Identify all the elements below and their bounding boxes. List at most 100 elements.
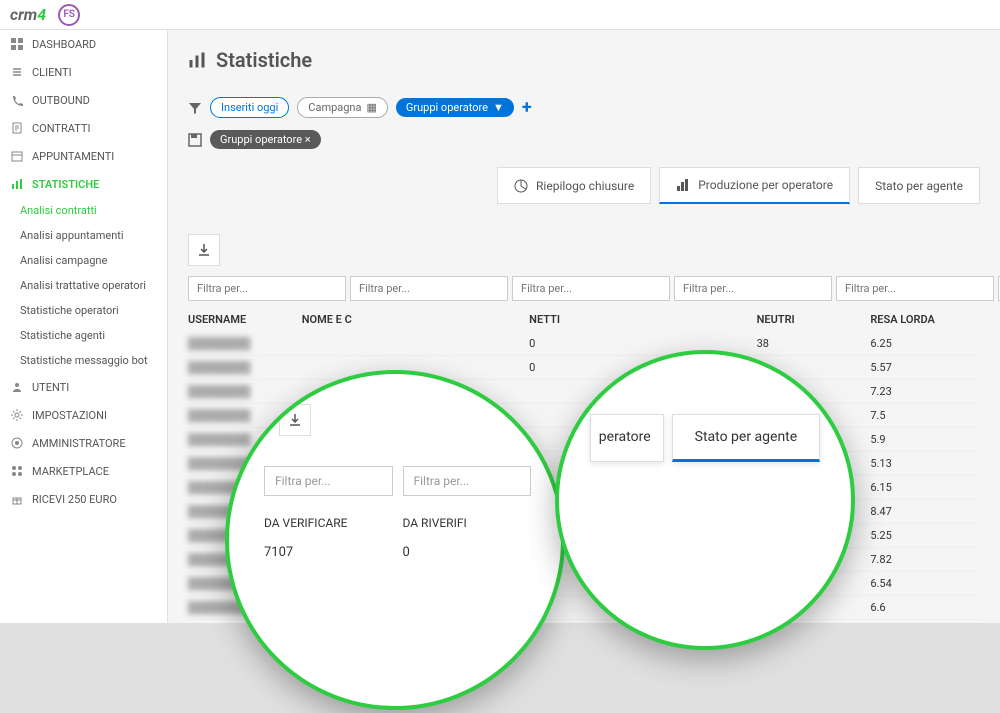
filter-small-icon: ▼ [493,101,504,114]
sidebar-sub-analisi-contratti[interactable]: Analisi contratti [0,198,167,223]
cell-resa: 5.13 [870,457,980,470]
sidebar-item-label: APPUNTAMENTI [32,150,114,163]
tab-stato-agente-zoom[interactable]: Stato per agente [672,414,821,462]
filter-input-5[interactable] [836,276,994,301]
admin-icon [10,436,24,450]
filter-input-3[interactable] [512,276,670,301]
cell-da-verificare: 7107 [264,545,393,560]
sidebar-item-outbound[interactable]: OUTBOUND [0,86,167,114]
filter-row: Inseriti oggi Campagna ▦ Gruppi operator… [188,97,980,118]
calendar-icon [10,149,24,163]
table-row: ████████ 0 5.57 [188,356,980,380]
avatar[interactable]: FS [58,4,80,26]
th-neutri[interactable]: NEUTRI [757,313,867,326]
zoom-circle-2: peratore Stato per agente [555,350,855,650]
download-icon [288,413,302,427]
sidebar-item-marketplace[interactable]: MARKETPLACE [0,457,167,485]
cell-netti: 0 [529,361,639,374]
sidebar-item-label: AMMINISTRATORE [32,437,126,450]
zoom-circle-1: Filtra per... Filtra per... DA VERIFICAR… [225,370,565,710]
sidebar-item-label: CONTRATTI [32,122,90,135]
sidebar-sub-analisi-appuntamenti[interactable]: Analisi appuntamenti [0,223,167,248]
download-icon [197,243,211,257]
sidebar-sub-analisi-campagne[interactable]: Analisi campagne [0,248,167,273]
sidebar: DASHBOARD CLIENTI OUTBOUND CONTRATTI APP… [0,30,168,713]
sidebar-item-statistiche[interactable]: STATISTICHE [0,170,167,198]
saved-chip-gruppi[interactable]: Gruppi operatore × [210,130,321,149]
save-icon[interactable] [188,133,202,147]
filter-input-zoom-1[interactable]: Filtra per... [264,466,393,496]
th-resa[interactable]: RESA LORDA [870,313,980,326]
cell-username: ████████ [188,337,298,350]
dashboard-icon [10,37,24,51]
sidebar-item-label: MARKETPLACE [32,465,109,478]
sidebar-item-label: CLIENTI [32,66,72,79]
filter-chip-campagna[interactable]: Campagna ▦ [297,97,388,118]
cell-resa: 5.25 [870,529,980,542]
sidebar-item-label: STATISTICHE [32,178,99,191]
filter-chip-inseriti[interactable]: Inseriti oggi [210,97,289,118]
logo-text-crm: crm [10,5,37,24]
sidebar-item-appuntamenti[interactable]: APPUNTAMENTI [0,142,167,170]
cell-username: ████████ [188,361,298,374]
sidebar-item-label: IMPOSTAZIONI [32,409,107,422]
tab-riepilogo[interactable]: Riepilogo chiusure [497,167,651,204]
sidebar-sub-stat-agenti[interactable]: Statistiche agenti [0,323,167,348]
logo-text-4: 4 [37,5,46,24]
add-filter-button[interactable]: + [522,97,532,118]
cell-neutri: 38 [757,337,867,350]
sidebar-sub-stat-bot[interactable]: Statistiche messaggio bot [0,348,167,373]
sidebar-item-amministratore[interactable]: AMMINISTRATORE [0,429,167,457]
tab-produzione[interactable]: Produzione per operatore [659,167,850,204]
sidebar-item-contratti[interactable]: CONTRATTI [0,114,167,142]
contract-icon [10,121,24,135]
bars-icon [676,178,690,192]
cell-resa: 7.5 [870,409,980,422]
th-da-riverificare[interactable]: DA RIVERIFI [403,516,532,530]
pie-icon [514,179,528,193]
filter-chip-gruppi[interactable]: Gruppi operatore ▼ [396,98,514,117]
cell-resa: 6.6 [870,601,980,614]
sidebar-item-dashboard[interactable]: DASHBOARD [0,30,167,58]
filter-input-2[interactable] [350,276,508,301]
cell-spacer [643,337,753,350]
cell-resa: 7.82 [870,553,980,566]
user-icon [10,380,24,394]
table-row: ████████ 0 38 6.25 [188,332,980,356]
phone-icon [10,93,24,107]
th-username[interactable]: USERNAME [188,313,298,326]
save-row: Gruppi operatore × [188,130,980,149]
tab-operatore-partial[interactable]: peratore [590,414,664,462]
gear-icon [10,408,24,422]
tab-stato-agente[interactable]: Stato per agente [858,167,980,204]
sidebar-sub-analisi-trattative[interactable]: Analisi trattative operatori [0,273,167,298]
th-da-verificare[interactable]: DA VERIFICARE [264,516,393,530]
filter-icon[interactable] [188,101,202,115]
sidebar-item-label: UTENTI [32,381,69,394]
cell-resa: 5.9 [870,433,980,446]
market-icon [10,464,24,478]
sidebar-item-label: RICEVI 250 EURO [32,493,117,506]
tabs-row: Riepilogo chiusure Produzione per operat… [188,167,980,204]
cell-resa: 7.23 [870,385,980,398]
cell-nome [302,337,412,350]
filter-input-zoom-2[interactable]: Filtra per... [403,466,532,496]
sidebar-item-clienti[interactable]: CLIENTI [0,58,167,86]
sidebar-item-ricevi[interactable]: RICEVI 250 EURO [0,485,167,513]
cell-resa: 6.54 [870,577,980,590]
cell-da-riverificare: 0 [403,545,532,560]
filter-input-1[interactable] [188,276,346,301]
filter-inputs-row [188,276,980,301]
list-icon: ▦ [366,101,376,114]
page-title: Statistiche [188,48,980,72]
filter-input-4[interactable] [674,276,832,301]
download-button[interactable] [188,234,220,266]
logo: crm4 [10,5,46,24]
sidebar-item-impostazioni[interactable]: IMPOSTAZIONI [0,401,167,429]
stats-icon [188,51,206,69]
th-netti[interactable]: NETTI [529,313,639,326]
cell-resa: 6.25 [870,337,980,350]
th-nome[interactable]: NOME E C [302,313,412,326]
sidebar-sub-stat-operatori[interactable]: Statistiche operatori [0,298,167,323]
sidebar-item-utenti[interactable]: UTENTI [0,373,167,401]
